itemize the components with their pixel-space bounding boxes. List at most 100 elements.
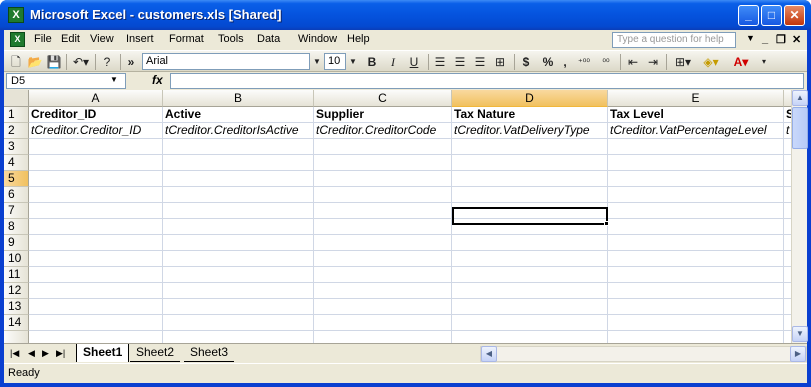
excel-app-icon[interactable]: X: [8, 7, 24, 23]
new-icon[interactable]: 🗋: [8, 54, 24, 70]
column-header-d[interactable]: D: [452, 90, 608, 107]
vertical-scrollbar[interactable]: ▲ ▼: [791, 90, 808, 343]
row-header-3[interactable]: 3: [4, 139, 29, 155]
cell-a13[interactable]: [29, 299, 163, 315]
cell-f10[interactable]: [784, 251, 791, 267]
cell-b5[interactable]: [163, 171, 314, 187]
cell-a9[interactable]: [29, 235, 163, 251]
cell-b15[interactable]: [163, 331, 314, 343]
cell-f3[interactable]: [784, 139, 791, 155]
cell-c4[interactable]: [314, 155, 452, 171]
row-header-10[interactable]: 10: [4, 251, 29, 267]
last-sheet-icon[interactable]: ▶|: [56, 348, 65, 359]
cell-c10[interactable]: [314, 251, 452, 267]
namebox-dropdown-icon[interactable]: ▼: [110, 75, 118, 84]
help-icon[interactable]: ?: [99, 54, 115, 70]
cell-e6[interactable]: [608, 187, 784, 203]
align-left-icon[interactable]: ☰: [432, 54, 448, 70]
cell-c9[interactable]: [314, 235, 452, 251]
cell-c7[interactable]: [314, 203, 452, 219]
cell-d4[interactable]: [452, 155, 608, 171]
toolbar-overflow-icon[interactable]: ▾: [758, 54, 770, 70]
font-color-icon[interactable]: A▾: [726, 54, 756, 70]
menu-view[interactable]: View: [90, 33, 114, 45]
undo-icon[interactable]: ↶▾: [70, 54, 92, 70]
active-cell-d5[interactable]: [452, 207, 608, 225]
comma-button[interactable]: ,: [559, 54, 571, 70]
increase-indent-icon[interactable]: ⇥: [644, 54, 662, 70]
cell-b9[interactable]: [163, 235, 314, 251]
workbook-icon[interactable]: X: [10, 32, 25, 47]
cell-b13[interactable]: [163, 299, 314, 315]
row-header-14[interactable]: 14: [4, 315, 29, 331]
scroll-up-icon[interactable]: ▲: [792, 90, 808, 106]
cell-d10[interactable]: [452, 251, 608, 267]
help-dropdown-icon[interactable]: ▼: [746, 33, 755, 43]
menu-file[interactable]: File: [34, 33, 52, 45]
cell-f4[interactable]: [784, 155, 791, 171]
select-all-corner[interactable]: [4, 90, 29, 107]
align-right-icon[interactable]: ☰: [472, 54, 488, 70]
cell-a6[interactable]: [29, 187, 163, 203]
spreadsheet-grid[interactable]: A B C D E 1 2 3 4 5 6 7 8 9 10 11 12 13 …: [4, 90, 791, 343]
cell-c1[interactable]: Supplier: [314, 107, 452, 123]
font-dropdown-icon[interactable]: ▼: [313, 54, 321, 70]
menu-format[interactable]: Format: [169, 33, 204, 45]
row-header-7[interactable]: 7: [4, 203, 29, 219]
cell-e13[interactable]: [608, 299, 784, 315]
align-center-icon[interactable]: ☰: [452, 54, 468, 70]
row-header-13[interactable]: 13: [4, 299, 29, 315]
cell-f12[interactable]: [784, 283, 791, 299]
cell-d12[interactable]: [452, 283, 608, 299]
cell-c14[interactable]: [314, 315, 452, 331]
menu-edit[interactable]: Edit: [61, 33, 80, 45]
row-header-15[interactable]: [4, 331, 29, 343]
scroll-down-icon[interactable]: ▼: [792, 326, 808, 342]
cell-e4[interactable]: [608, 155, 784, 171]
cell-a2[interactable]: tCreditor.Creditor_ID: [29, 123, 163, 139]
workbook-close-button[interactable]: ✕: [792, 33, 801, 46]
cell-f5[interactable]: [784, 171, 791, 187]
cell-a7[interactable]: [29, 203, 163, 219]
cell-f7[interactable]: [784, 203, 791, 219]
cell-b11[interactable]: [163, 267, 314, 283]
row-header-6[interactable]: 6: [4, 187, 29, 203]
cell-a11[interactable]: [29, 267, 163, 283]
menu-insert[interactable]: Insert: [126, 33, 154, 45]
cell-b12[interactable]: [163, 283, 314, 299]
column-header-f[interactable]: [784, 90, 791, 107]
horizontal-scrollbar[interactable]: ◀ ▶: [480, 346, 807, 362]
name-box[interactable]: D5: [6, 73, 126, 89]
cell-e1[interactable]: Tax Level: [608, 107, 784, 123]
cell-b10[interactable]: [163, 251, 314, 267]
font-size-select[interactable]: 10: [324, 53, 346, 70]
cell-b8[interactable]: [163, 219, 314, 235]
cell-f11[interactable]: [784, 267, 791, 283]
column-header-b[interactable]: B: [163, 90, 314, 107]
tab-sheet3[interactable]: Sheet3: [184, 344, 235, 362]
cell-c6[interactable]: [314, 187, 452, 203]
cell-d6[interactable]: [452, 187, 608, 203]
cell-d2[interactable]: tCreditor.VatDeliveryType: [452, 123, 608, 139]
vertical-scroll-thumb[interactable]: [792, 107, 808, 149]
formula-input[interactable]: [170, 73, 804, 89]
cell-c15[interactable]: [314, 331, 452, 343]
cell-f13[interactable]: [784, 299, 791, 315]
open-icon[interactable]: 📂: [26, 54, 44, 70]
prev-sheet-icon[interactable]: ◀: [28, 348, 35, 359]
decrease-indent-icon[interactable]: ⇤: [624, 54, 642, 70]
column-header-c[interactable]: C: [314, 90, 452, 107]
bold-button[interactable]: B: [364, 54, 380, 70]
help-search-input[interactable]: Type a question for help: [612, 32, 736, 48]
cell-f8[interactable]: [784, 219, 791, 235]
scroll-left-icon[interactable]: ◀: [481, 346, 497, 362]
cell-b14[interactable]: [163, 315, 314, 331]
cell-c13[interactable]: [314, 299, 452, 315]
cell-d15[interactable]: [452, 331, 608, 343]
cell-e12[interactable]: [608, 283, 784, 299]
maximize-button[interactable]: □: [761, 5, 782, 26]
column-header-e[interactable]: E: [608, 90, 784, 107]
increase-decimal-icon[interactable]: ⁺⁰⁰: [574, 54, 594, 70]
cell-f6[interactable]: [784, 187, 791, 203]
underline-button[interactable]: U: [406, 54, 422, 70]
